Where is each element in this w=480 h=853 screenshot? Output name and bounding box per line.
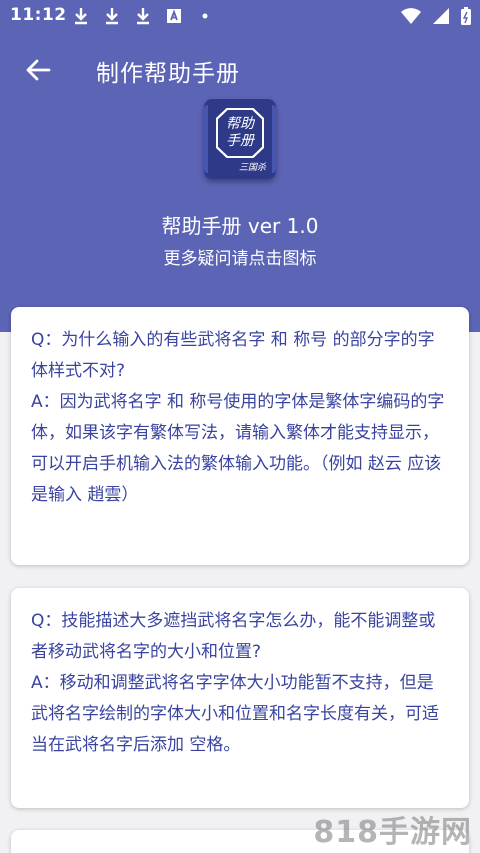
watermark: 818手游网 (313, 815, 472, 850)
back-button[interactable] (18, 52, 58, 88)
icon-label: 帮助 手册 (218, 110, 262, 156)
screen: 11:12 制作帮助手册 帮助 手册 三国杀 帮助手册 ver 1.0 更多疑问… (0, 0, 480, 853)
icon-strip-left (204, 105, 208, 173)
faq-question: Q：为什么输入的有些武将名字 和 称号 的部分字的字体样式不对? (31, 330, 435, 381)
status-time: 11:12 (10, 5, 67, 25)
download-icon (137, 8, 149, 25)
app-subtitle: 更多疑问请点击图标 (163, 249, 317, 269)
icon-label-line1: 帮助 (226, 116, 254, 132)
faq-answer: A：移动和调整武将名字字体大小功能暂不支持，但是武将名字绘制的字体大小和位置和名… (31, 673, 439, 755)
dot-icon (202, 13, 208, 19)
faq-card: Q：技能描述大多遮挡武将名字怎么办，能不能调整或者移动武将名字的大小和位置? A… (11, 588, 469, 808)
battery-icon (461, 7, 471, 25)
faq-answer: A：因为武将名字 和 称号使用的字体是繁体字编码的字体，如果该字有繁体写法，请输… (31, 392, 445, 505)
icon-signature: 三国杀 (238, 163, 266, 173)
icon-label-line2: 手册 (226, 133, 254, 149)
system-icons (400, 6, 472, 26)
icon-strip-right (272, 105, 276, 173)
wifi-icon (401, 8, 421, 24)
faq-question: Q：技能描述大多遮挡武将名字怎么办，能不能调整或者移动武将名字的大小和位置? (31, 611, 436, 662)
arrow-left-icon (26, 59, 51, 81)
app-bar: 制作帮助手册 (0, 40, 480, 100)
download-icon (75, 8, 87, 25)
page-title: 制作帮助手册 (96, 61, 240, 87)
notification-icons (72, 7, 214, 25)
app-name: 帮助手册 ver 1.0 (161, 214, 319, 238)
app-a-icon (167, 9, 181, 23)
faq-card: Q：为什么输入的有些武将名字 和 称号 的部分字的字体样式不对? A：因为武将名… (11, 307, 469, 565)
status-bar: 11:12 (0, 0, 480, 32)
download-icon (106, 8, 118, 25)
help-manual-app-icon[interactable]: 帮助 手册 三国杀 (204, 99, 276, 179)
signal-icon (433, 8, 449, 24)
